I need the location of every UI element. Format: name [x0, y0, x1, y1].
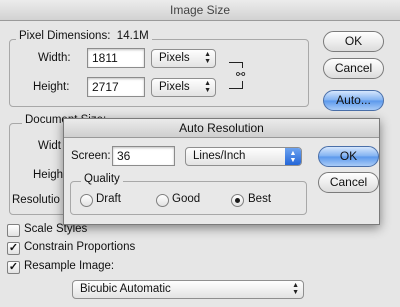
pixel-dimensions-legend: Pixel Dimensions: 14.1M	[16, 30, 152, 42]
updown-arrows-icon: ▲ ▼	[292, 282, 299, 296]
auto-resolution-dialog: Auto Resolution Screen: 36 Lines/Inch ▲ ▼…	[63, 118, 380, 225]
cancel-button[interactable]: Cancel	[323, 58, 384, 79]
dialog-title: Image Size	[0, 0, 400, 21]
height-label: Height:	[33, 81, 70, 93]
width-field[interactable]: 1811	[87, 48, 145, 68]
screen-unit-select[interactable]: Lines/Inch ▲ ▼	[185, 147, 302, 166]
auto-cancel-button[interactable]: Cancel	[318, 172, 379, 193]
doc-height-label: Heigh	[33, 169, 64, 181]
updown-arrows-icon: ▲ ▼	[285, 148, 301, 165]
checkmark-icon: ✓	[8, 261, 19, 273]
checkmark-icon: ✓	[8, 242, 19, 254]
screen-field[interactable]: 36	[112, 146, 175, 166]
constrain-proportions-label: Constrain Proportions	[24, 241, 136, 253]
ok-button[interactable]: OK	[323, 31, 384, 52]
screen-label: Screen:	[71, 150, 111, 162]
draft-label: Draft	[96, 193, 121, 205]
scale-styles-checkbox[interactable]	[7, 224, 20, 237]
good-label: Good	[172, 193, 201, 205]
doc-resolution-label: Resolutio	[12, 194, 60, 206]
height-field[interactable]: 2717	[87, 77, 145, 97]
width-label: Width:	[38, 52, 71, 64]
resample-image-label: Resample Image:	[24, 260, 115, 272]
quality-legend: Quality	[81, 173, 123, 185]
doc-width-label: Widt	[38, 140, 61, 152]
height-unit-value: Pixels	[159, 81, 190, 93]
height-unit-select[interactable]: Pixels ▲ ▼	[151, 78, 216, 97]
pixel-dimensions-size: 14.1M	[116, 30, 149, 42]
resample-image-checkbox[interactable]: ✓	[7, 261, 20, 274]
image-size-dialog: Image Size Pixel Dimensions: 14.1M Width…	[0, 0, 400, 307]
auto-button[interactable]: Auto...	[323, 90, 384, 111]
best-label: Best	[248, 193, 272, 205]
width-unit-value: Pixels	[159, 52, 190, 64]
constrain-proportions-checkbox[interactable]: ✓	[7, 242, 20, 255]
updown-arrows-icon: ▲ ▼	[204, 80, 211, 94]
width-unit-select[interactable]: Pixels ▲ ▼	[151, 49, 216, 68]
updown-arrows-icon: ▲ ▼	[204, 51, 211, 65]
screen-unit-value: Lines/Inch	[193, 150, 246, 162]
resample-method-select[interactable]: Bicubic Automatic ▲ ▼	[72, 280, 304, 299]
resample-method-value: Bicubic Automatic	[80, 283, 171, 295]
draft-radio[interactable]	[80, 194, 93, 207]
chain-link-icon: ⚯	[236, 68, 246, 81]
good-radio[interactable]	[156, 194, 169, 207]
auto-resolution-title: Auto Resolution	[64, 119, 379, 138]
auto-ok-button[interactable]: OK	[318, 146, 379, 167]
best-radio[interactable]	[231, 194, 244, 207]
